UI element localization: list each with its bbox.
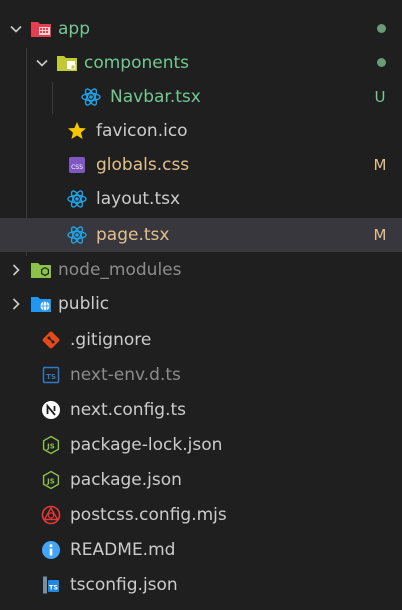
chevron-right-icon[interactable] — [8, 253, 24, 287]
json-icon: JS — [40, 428, 62, 462]
folder-item-public[interactable]: public — [0, 287, 402, 321]
components-folder-icon — [56, 46, 78, 80]
git-status-badge: M — [373, 156, 387, 174]
git-status-badge: U — [374, 88, 386, 106]
file-item-favicon[interactable]: favicon.ico — [0, 114, 402, 148]
folder-label: app — [58, 19, 90, 39]
file-label: tsconfig.json — [70, 575, 178, 595]
svg-text:JS: JS — [46, 478, 55, 486]
file-label: package.json — [70, 470, 182, 490]
git-status-badge: M — [373, 226, 387, 244]
typescript-icon: TS — [40, 358, 62, 392]
react-icon — [80, 80, 102, 114]
postcss-icon — [40, 498, 62, 532]
file-label: page.tsx — [96, 225, 170, 245]
file-item-readme[interactable]: README.md — [0, 533, 402, 567]
svg-text:TS: TS — [49, 584, 58, 592]
file-item-postcss-config[interactable]: postcss.config.mjs — [0, 498, 402, 532]
star-icon — [66, 114, 88, 148]
file-item-navbar[interactable]: Navbar.tsx U — [0, 80, 402, 114]
folder-label: node_modules — [58, 260, 182, 280]
file-item-next-config[interactable]: next.config.ts — [0, 393, 402, 427]
chevron-down-icon[interactable] — [34, 46, 50, 80]
tsconfig-icon: TS — [40, 568, 62, 602]
chevron-right-icon[interactable] — [8, 287, 24, 321]
file-label: next-env.d.ts — [70, 365, 181, 385]
file-label: README.md — [70, 540, 176, 560]
file-label: next.config.ts — [70, 400, 187, 420]
file-item-next-env[interactable]: TS next-env.d.ts — [0, 358, 402, 392]
svg-text:CSS: CSS — [71, 164, 83, 171]
folder-item-node-modules[interactable]: node_modules — [0, 253, 402, 287]
public-folder-icon — [30, 287, 52, 321]
node-folder-icon — [30, 253, 52, 287]
file-item-page[interactable]: page.tsx M — [0, 218, 402, 252]
file-item-gitignore[interactable]: .gitignore — [0, 323, 402, 357]
file-label: Navbar.tsx — [110, 87, 201, 107]
file-item-tsconfig[interactable]: TS tsconfig.json — [0, 568, 402, 602]
folder-label: public — [58, 294, 110, 314]
folder-label: components — [84, 53, 190, 73]
file-item-globals-css[interactable]: CSS globals.css M — [0, 148, 402, 182]
react-icon — [66, 218, 88, 252]
next-icon — [40, 393, 62, 427]
file-label: package-lock.json — [70, 435, 223, 455]
css-icon: CSS — [66, 148, 88, 182]
git-icon — [40, 323, 62, 357]
file-label: .gitignore — [70, 330, 152, 350]
file-item-package-json[interactable]: JS package.json — [0, 463, 402, 497]
file-label: globals.css — [96, 155, 190, 175]
file-item-layout[interactable]: layout.tsx — [0, 182, 402, 216]
file-label: postcss.config.mjs — [70, 505, 227, 525]
file-explorer-tree: app components Navbar.tsx U favicon.ico … — [0, 0, 402, 610]
git-status-dot — [377, 58, 386, 67]
file-item-package-lock[interactable]: JS package-lock.json — [0, 428, 402, 462]
folder-item-app[interactable]: app — [0, 12, 402, 46]
chevron-down-icon[interactable] — [8, 12, 24, 46]
git-status-dot — [377, 24, 386, 33]
app-folder-icon — [30, 12, 52, 46]
file-label: layout.tsx — [96, 189, 181, 209]
info-icon — [40, 533, 62, 567]
json-icon: JS — [40, 463, 62, 497]
folder-item-components[interactable]: components — [0, 46, 402, 80]
svg-text:TS: TS — [46, 373, 56, 381]
svg-text:JS: JS — [46, 443, 55, 451]
file-label: favicon.ico — [96, 121, 188, 141]
react-icon — [66, 182, 88, 216]
